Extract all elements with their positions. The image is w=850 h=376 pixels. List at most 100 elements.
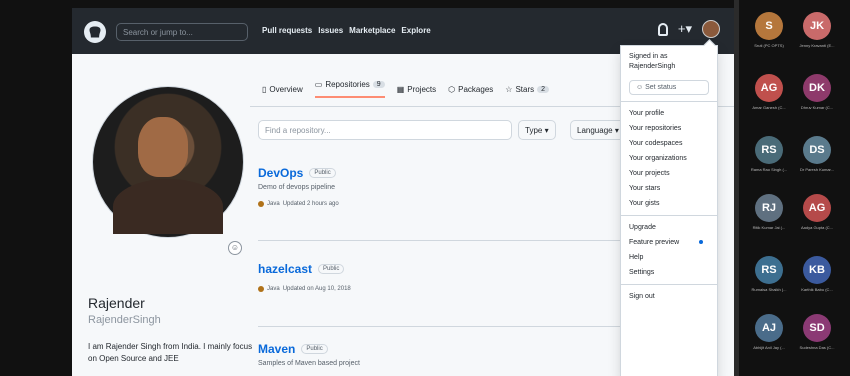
menu-your-repositories[interactable]: Your repositories — [621, 121, 717, 136]
participant-tile[interactable]: DS Dr Paresh Kumar... — [798, 136, 836, 172]
project-icon: ▦ — [396, 84, 405, 94]
participant-name: Rumaisa Shaikh (... — [751, 287, 787, 292]
participant-avatar: RS — [755, 256, 783, 284]
participant-avatar: S — [755, 12, 783, 40]
menu-help[interactable]: Help — [621, 250, 717, 265]
top-nav: Pull requests Issues Marketplace Explore — [262, 26, 431, 35]
repo-updated: Updated 2 hours ago — [282, 201, 339, 207]
language-color-dot — [258, 201, 264, 207]
participant-name: Aadya Gupta (C... — [800, 225, 833, 230]
menu-sign-out[interactable]: Sign out — [621, 289, 717, 304]
repo-name-link[interactable]: Maven — [258, 342, 295, 356]
create-new-button[interactable]: +▾ — [678, 21, 692, 37]
menu-feature-preview[interactable]: Feature preview — [621, 235, 717, 250]
tab-stars[interactable]: ☆ Stars 2 — [505, 80, 550, 98]
participant-name: Rama Rao Singh (... — [750, 167, 788, 172]
participant-name: Karthik Babu (C... — [801, 287, 833, 292]
repo-language: Java — [267, 201, 280, 207]
participant-name: Ritik Kumar Jai (... — [752, 225, 786, 230]
menu-your-codespaces[interactable]: Your codespaces — [621, 136, 717, 151]
participant-avatar: RS — [755, 136, 783, 164]
profile-tabs: ▯ Overview ▭ Repositories 9 ▦ Projects ⬡ Pack… — [262, 80, 550, 98]
participant-avatar: DK — [803, 74, 831, 102]
github-logo-icon[interactable] — [84, 21, 106, 43]
menu-divider — [621, 101, 717, 102]
participant-tile[interactable]: JK Jenny Kravanti (E... — [798, 12, 836, 48]
stars-count-badge: 2 — [537, 85, 550, 93]
nav-marketplace[interactable]: Marketplace — [349, 26, 395, 35]
avatar-shirt — [113, 179, 223, 234]
participant-tile[interactable]: DK Dhruv Kumar (C... — [798, 74, 836, 110]
participant-tile[interactable]: RS Rama Rao Singh (... — [750, 136, 788, 172]
menu-your-projects[interactable]: Your projects — [621, 166, 717, 181]
repo-name-link[interactable]: DevOps — [258, 166, 303, 180]
type-filter-button[interactable]: Type ▾ — [518, 120, 556, 140]
user-avatar-button[interactable] — [702, 20, 720, 38]
participant-tile[interactable]: RS Rumaisa Shaikh (... — [750, 256, 788, 292]
repo-name-link[interactable]: hazelcast — [258, 262, 312, 276]
tab-projects[interactable]: ▦ Projects — [397, 80, 436, 98]
set-status-button[interactable]: ☺ Set status — [629, 80, 709, 95]
visibility-badge: Public — [318, 264, 345, 274]
participant-avatar: AG — [803, 194, 831, 222]
participant-avatar: KB — [803, 256, 831, 284]
profile-bio: I am Rajender Singh from India. I mainly… — [88, 342, 253, 363]
participant-name: Dhruv Kumar (C... — [800, 105, 834, 110]
scrollbar[interactable] — [734, 0, 739, 376]
tab-packages[interactable]: ⬡ Packages — [448, 80, 493, 98]
profile-name: Rajender — [88, 295, 145, 311]
participant-tile[interactable]: KB Karthik Babu (C... — [798, 256, 836, 292]
participant-name: Jenny Kravanti (E... — [799, 43, 835, 48]
profile-avatar — [92, 86, 244, 238]
participant-avatar: JK — [803, 12, 831, 40]
shared-screen: Search or jump to... Pull requests Issue… — [72, 8, 734, 376]
participant-tile[interactable]: AG Amar Ganesh (C... — [750, 74, 788, 110]
participant-tile[interactable]: AG Aadya Gupta (C... — [798, 194, 836, 230]
profile-username: RajenderSingh — [88, 314, 161, 326]
visibility-badge: Public — [301, 344, 328, 354]
participant-avatar: SD — [803, 314, 831, 342]
participant-name: Dr Paresh Kumar... — [799, 167, 834, 172]
avatar-face — [138, 117, 188, 177]
menu-divider — [621, 284, 717, 285]
language-filter-button[interactable]: Language ▾ — [570, 120, 626, 140]
menu-upgrade[interactable]: Upgrade — [621, 220, 717, 235]
menu-settings[interactable]: Settings — [621, 265, 717, 280]
menu-your-profile[interactable]: Your profile — [621, 106, 717, 121]
nav-explore[interactable]: Explore — [401, 26, 430, 35]
participant-name: Sudeshna Das (C... — [799, 345, 835, 350]
notification-bell-icon[interactable] — [657, 22, 668, 36]
signed-in-user: RajenderSingh — [629, 63, 676, 70]
participant-avatar: AG — [755, 74, 783, 102]
menu-your-organizations[interactable]: Your organizations — [621, 151, 717, 166]
repo-count-badge: 9 — [372, 81, 385, 88]
header-actions: +▾ — [657, 20, 720, 38]
participant-name: Sruti (PC OPTS) — [754, 43, 784, 48]
package-icon: ⬡ — [448, 84, 456, 94]
participant-avatar: RJ — [755, 194, 783, 222]
language-color-dot — [258, 286, 264, 292]
repo-divider — [258, 240, 678, 241]
repo-updated: Updated on Aug 10, 2018 — [282, 286, 351, 292]
visibility-badge: Public — [309, 168, 336, 178]
repo-icon: ▭ — [314, 80, 323, 89]
tab-overview[interactable]: ▯ Overview — [262, 80, 303, 98]
nav-pull-requests[interactable]: Pull requests — [262, 26, 312, 35]
search-input[interactable]: Search or jump to... — [116, 23, 248, 41]
participant-tile[interactable]: S Sruti (PC OPTS) — [750, 12, 788, 48]
participant-tile[interactable]: RJ Ritik Kumar Jai (... — [750, 194, 788, 230]
set-status-smiley-icon[interactable]: ☺ — [228, 241, 242, 255]
tab-repositories[interactable]: ▭ Repositories 9 — [314, 80, 385, 98]
participants-panel: S Sruti (PC OPTS) JK Jenny Kravanti (E... … — [742, 0, 850, 376]
participant-name: Amar Ganesh (C... — [752, 105, 786, 110]
repo-language: Java — [267, 286, 280, 292]
repo-search-input[interactable]: Find a repository... — [258, 120, 512, 140]
user-menu-dropdown: Signed in as RajenderSingh ☺ Set status Y… — [620, 39, 718, 376]
nav-issues[interactable]: Issues — [318, 26, 343, 35]
participant-tile[interactable]: SD Sudeshna Das (C... — [798, 314, 836, 350]
new-feature-dot-icon — [699, 240, 704, 244]
star-icon: ☆ — [505, 84, 513, 94]
menu-your-gists[interactable]: Your gists — [621, 196, 717, 211]
participant-tile[interactable]: AJ Abhijit Anil Jay (... — [750, 314, 788, 350]
menu-your-stars[interactable]: Your stars — [621, 181, 717, 196]
